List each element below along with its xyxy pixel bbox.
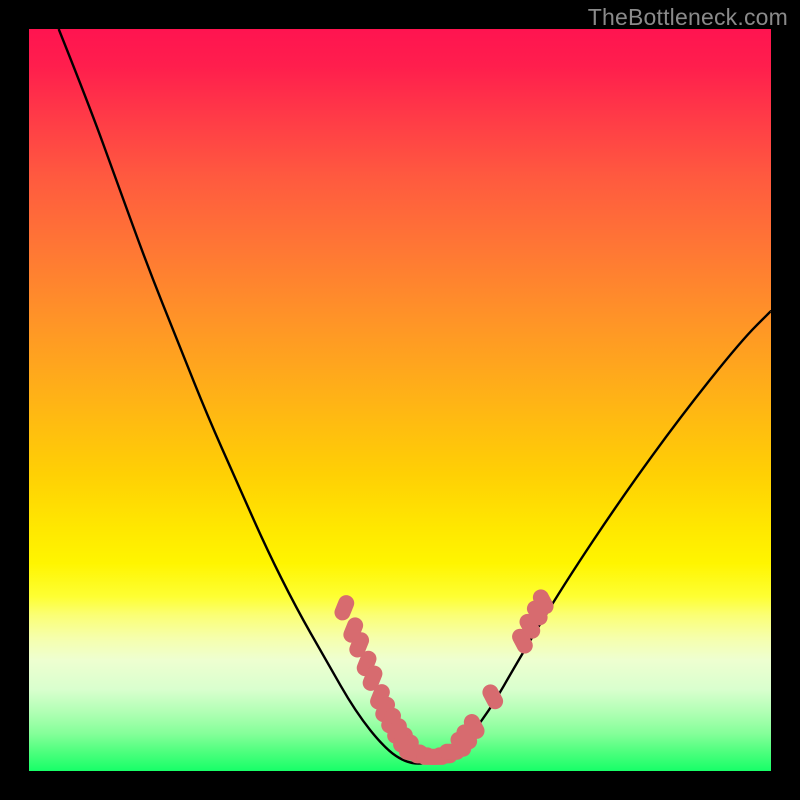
chart-plot-area xyxy=(29,29,771,771)
chart-markers xyxy=(332,587,556,765)
chart-marker xyxy=(480,682,506,712)
chart-frame: TheBottleneck.com xyxy=(0,0,800,800)
watermark-text: TheBottleneck.com xyxy=(588,4,788,31)
chart-curve xyxy=(59,29,771,764)
chart-svg xyxy=(29,29,771,771)
